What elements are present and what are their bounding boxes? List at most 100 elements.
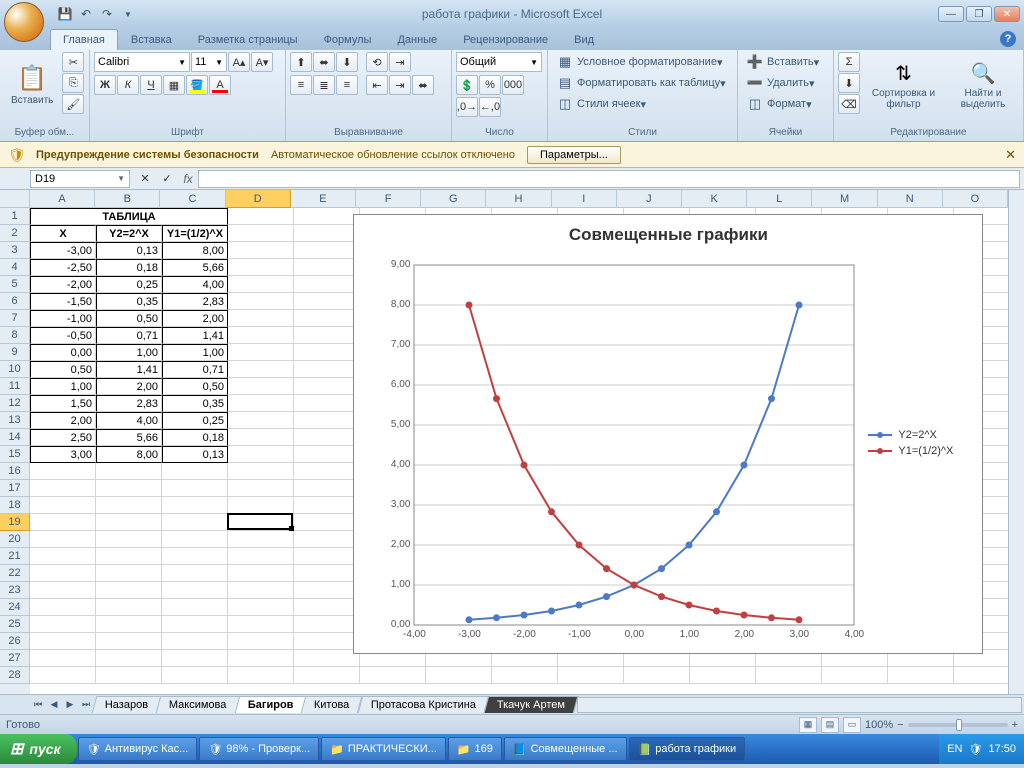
row-header[interactable]: 15 xyxy=(0,446,30,463)
sheet-tab[interactable]: Протасова Кристина xyxy=(357,696,489,713)
tab-view[interactable]: Вид xyxy=(561,29,607,50)
page-break-view-icon[interactable]: ▭ xyxy=(843,717,861,733)
table-cell[interactable]: 5,66 xyxy=(162,259,228,276)
enter-formula-icon[interactable]: ✓ xyxy=(156,169,178,189)
bold-icon[interactable]: Ж xyxy=(94,75,116,95)
taskbar-item[interactable]: 🛡98% - Проверк... xyxy=(199,737,319,761)
table-cell[interactable]: 4,00 xyxy=(162,276,228,293)
office-button[interactable] xyxy=(4,2,44,42)
fill-icon[interactable]: ⬇ xyxy=(838,73,860,93)
select-all-button[interactable] xyxy=(0,190,30,208)
normal-view-icon[interactable]: ▦ xyxy=(799,717,817,733)
column-header[interactable]: E xyxy=(291,190,356,208)
taskbar-item[interactable]: 📁ПРАКТИЧЕСКИ... xyxy=(321,737,446,761)
cut-icon[interactable]: ✂ xyxy=(62,52,84,72)
row-header[interactable]: 4 xyxy=(0,259,30,276)
table-cell[interactable]: ТАБЛИЦА xyxy=(30,208,228,225)
start-button[interactable]: ⊞пуск xyxy=(0,734,77,764)
row-header[interactable]: 5 xyxy=(0,276,30,293)
format-painter-icon[interactable]: 🖌 xyxy=(62,94,84,114)
tab-insert[interactable]: Вставка xyxy=(118,29,185,50)
sheet-tab[interactable]: Китова xyxy=(301,696,363,713)
table-cell[interactable]: 1,41 xyxy=(162,327,228,344)
table-cell[interactable]: -1,50 xyxy=(30,293,96,310)
save-icon[interactable]: 💾 xyxy=(56,5,74,23)
align-left-icon[interactable]: ≡ xyxy=(290,75,312,95)
vertical-scrollbar[interactable] xyxy=(1008,190,1024,694)
taskbar-item[interactable]: 📘Совмещенные ... xyxy=(504,737,627,761)
row-header[interactable]: 26 xyxy=(0,633,30,650)
table-cell[interactable]: 0,18 xyxy=(162,429,228,446)
wrap-text-icon[interactable]: ⇥ xyxy=(389,52,411,72)
cells-area[interactable]: ТАБЛИЦАXY2=2^XY1=(1/2)^X-3,000,138,00-2,… xyxy=(30,208,1008,694)
row-header[interactable]: 14 xyxy=(0,429,30,446)
table-cell[interactable]: 0,13 xyxy=(162,446,228,463)
system-tray[interactable]: EN 🛡 17:50 xyxy=(939,734,1024,764)
conditional-formatting-button[interactable]: ▦Условное форматирование ▾ xyxy=(552,52,731,72)
table-cell[interactable]: 0,25 xyxy=(96,276,162,293)
column-header[interactable]: K xyxy=(682,190,747,208)
row-header[interactable]: 13 xyxy=(0,412,30,429)
column-header[interactable]: F xyxy=(356,190,421,208)
row-header[interactable]: 8 xyxy=(0,327,30,344)
table-cell[interactable]: 2,00 xyxy=(96,378,162,395)
orientation-icon[interactable]: ⟲ xyxy=(366,52,388,72)
row-header[interactable]: 1 xyxy=(0,208,30,225)
table-cell[interactable]: Y1=(1/2)^X xyxy=(162,225,228,242)
table-cell[interactable]: 0,25 xyxy=(162,412,228,429)
autosum-icon[interactable]: Σ xyxy=(838,52,860,72)
security-options-button[interactable]: Параметры... xyxy=(527,146,621,164)
align-bottom-icon[interactable]: ⬇ xyxy=(336,52,358,72)
column-header[interactable]: I xyxy=(552,190,617,208)
clock[interactable]: 17:50 xyxy=(988,743,1016,755)
cancel-formula-icon[interactable]: ✕ xyxy=(134,169,156,189)
table-cell[interactable]: -0,50 xyxy=(30,327,96,344)
paste-button[interactable]: 📋Вставить xyxy=(4,52,60,118)
row-header[interactable]: 6 xyxy=(0,293,30,310)
table-cell[interactable]: 2,83 xyxy=(162,293,228,310)
row-header[interactable]: 18 xyxy=(0,497,30,514)
undo-icon[interactable]: ↶ xyxy=(77,5,95,23)
table-cell[interactable]: 2,50 xyxy=(30,429,96,446)
table-cell[interactable]: 8,00 xyxy=(162,242,228,259)
increase-indent-icon[interactable]: ⇥ xyxy=(389,75,411,95)
table-cell[interactable]: X xyxy=(30,225,96,242)
tab-formulas[interactable]: Формулы xyxy=(311,29,385,50)
sort-filter-button[interactable]: ⇅Сортировка и фильтр xyxy=(862,52,945,118)
page-layout-view-icon[interactable]: ▤ xyxy=(821,717,839,733)
tab-review[interactable]: Рецензирование xyxy=(450,29,561,50)
zoom-level[interactable]: 100% xyxy=(865,719,893,731)
row-header[interactable]: 17 xyxy=(0,480,30,497)
chart[interactable]: Совмещенные графики0,001,002,003,004,005… xyxy=(353,214,983,654)
table-cell[interactable]: 8,00 xyxy=(96,446,162,463)
copy-icon[interactable]: ⎘ xyxy=(62,73,84,93)
column-header[interactable]: D xyxy=(226,190,291,208)
row-header[interactable]: 11 xyxy=(0,378,30,395)
align-top-icon[interactable]: ⬆ xyxy=(290,52,312,72)
merge-icon[interactable]: ⬌ xyxy=(412,75,434,95)
table-cell[interactable]: 2,83 xyxy=(96,395,162,412)
table-cell[interactable]: 4,00 xyxy=(96,412,162,429)
table-cell[interactable]: 1,00 xyxy=(30,378,96,395)
format-cells-button[interactable]: ◫Формат ▾ xyxy=(742,94,824,114)
table-cell[interactable]: 0,71 xyxy=(96,327,162,344)
table-cell[interactable]: 1,50 xyxy=(30,395,96,412)
table-cell[interactable]: 0,18 xyxy=(96,259,162,276)
table-cell[interactable]: 3,00 xyxy=(30,446,96,463)
column-header[interactable]: J xyxy=(617,190,682,208)
tab-page-layout[interactable]: Разметка страницы xyxy=(185,29,311,50)
table-cell[interactable]: 0,50 xyxy=(162,378,228,395)
row-header[interactable]: 19 xyxy=(0,514,30,531)
shrink-font-icon[interactable]: A▾ xyxy=(251,52,273,72)
row-header[interactable]: 21 xyxy=(0,548,30,565)
row-header[interactable]: 27 xyxy=(0,650,30,667)
table-cell[interactable]: 1,41 xyxy=(96,361,162,378)
format-as-table-button[interactable]: ▤Форматировать как таблицу ▾ xyxy=(552,73,731,93)
column-header[interactable]: G xyxy=(421,190,486,208)
row-header[interactable]: 16 xyxy=(0,463,30,480)
table-cell[interactable]: 1,00 xyxy=(96,344,162,361)
italic-icon[interactable]: К xyxy=(117,75,139,95)
tab-home[interactable]: Главная xyxy=(50,29,118,50)
table-cell[interactable]: 1,00 xyxy=(162,344,228,361)
zoom-out-icon[interactable]: − xyxy=(897,719,903,731)
